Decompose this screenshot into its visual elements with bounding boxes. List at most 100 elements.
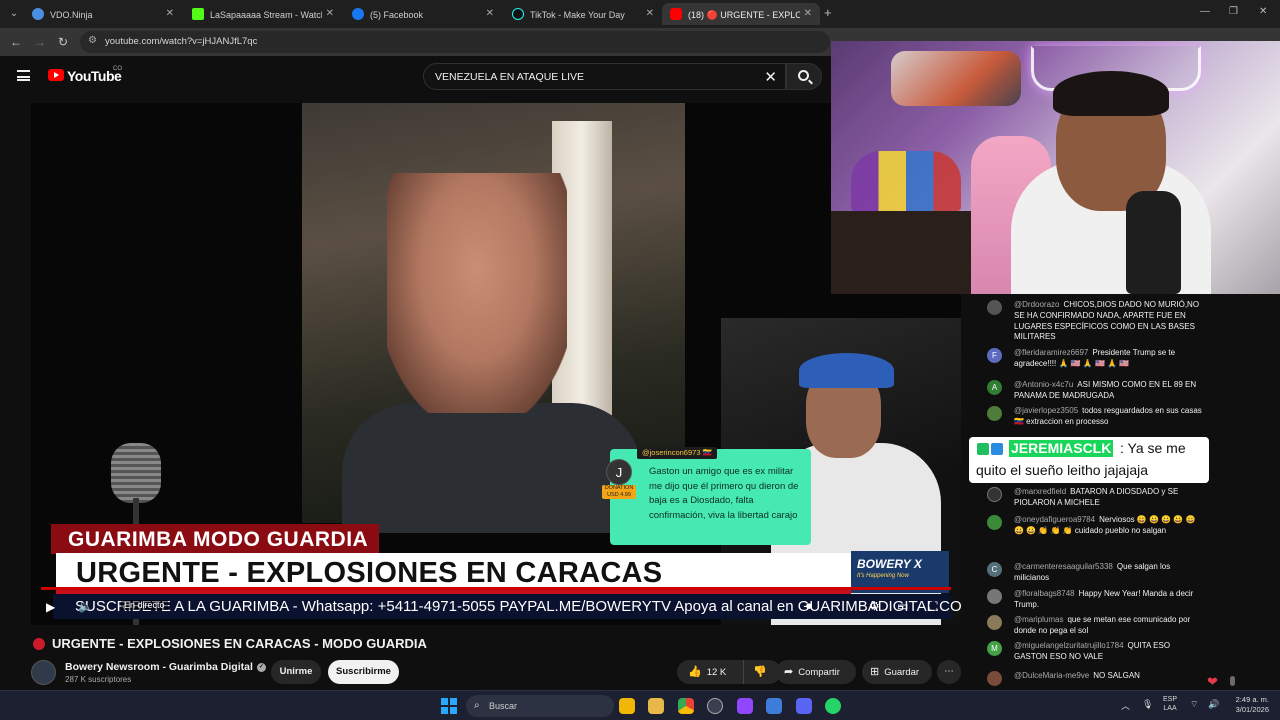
ticker-text: SUSCRIBETE A LA GUARIMBA - Whatsapp: +54… bbox=[75, 598, 961, 615]
progress-bar[interactable] bbox=[41, 587, 951, 590]
url-field[interactable]: ⚙ youtube.com/watch?v=jHJANJfL7qc bbox=[80, 31, 830, 53]
facebook-favicon-icon bbox=[352, 7, 364, 20]
forward-icon[interactable]: → bbox=[34, 35, 46, 49]
badge-subtitle: It's Happening Now bbox=[857, 573, 909, 579]
close-icon[interactable]: ✕ bbox=[326, 3, 334, 25]
chat-author[interactable]: @Antonio-x4c7u bbox=[1014, 380, 1073, 389]
join-button[interactable]: Unirme bbox=[271, 660, 321, 684]
chat-message-body: @Antonio-x4c7u ASI MISMO COMO EN EL 89 EN… bbox=[1014, 380, 1205, 402]
guest-face bbox=[387, 173, 567, 413]
play-icon[interactable]: ▶ bbox=[46, 600, 55, 614]
menu-icon[interactable] bbox=[17, 70, 30, 81]
microphone-tray-icon[interactable]: 🎙 bbox=[1142, 699, 1153, 710]
search-query-text: VENEZUELA EN ATAQUE LIVE bbox=[435, 71, 584, 83]
chat-message: @javierlopez3505 todos resguardados en su… bbox=[987, 406, 1205, 428]
site-info-icon[interactable]: ⚙ bbox=[88, 35, 97, 46]
show-hidden-icons-icon[interactable]: ︿ bbox=[1121, 699, 1130, 712]
channel-name[interactable]: Bowery Newsroom - Guarimba Digital ✓ bbox=[65, 661, 266, 673]
tab-youtube-active[interactable]: (18) 🔴 URGENTE - EXPLOS ✕ bbox=[662, 3, 820, 25]
dislike-button[interactable]: 👎 bbox=[753, 660, 772, 685]
twitch-icon[interactable] bbox=[737, 698, 753, 714]
volume-icon[interactable]: 🔈 bbox=[78, 599, 93, 613]
store-icon[interactable] bbox=[619, 698, 635, 714]
restore-icon[interactable]: ❐ bbox=[1229, 6, 1238, 17]
channel-name-text[interactable]: Bowery Newsroom - Guarimba Digital bbox=[65, 661, 253, 673]
youtube-logo-icon[interactable] bbox=[48, 69, 64, 81]
subscribe-button[interactable]: Suscribirme bbox=[328, 660, 399, 684]
tab-vdo-ninja[interactable]: VDO.Ninja ✕ bbox=[24, 3, 182, 25]
tab-facebook[interactable]: (5) Facebook ✕ bbox=[344, 3, 502, 25]
reload-icon[interactable]: ↻ bbox=[58, 35, 68, 49]
live-chat-panel[interactable]: @Drdoorazo CHICOS,DIOS DADO NO MURIÓ,NO S… bbox=[977, 294, 1235, 690]
donation-message: Gaston un amigo que es ex militar me dij… bbox=[649, 466, 799, 521]
close-window-icon[interactable]: ✕ bbox=[1259, 6, 1267, 17]
tab-tiktok[interactable]: TikTok - Make Your Day ✕ bbox=[504, 3, 662, 25]
toy-blasters bbox=[891, 51, 1021, 106]
video-player[interactable]: @joserincon6973 🇻🇪 J DONATION USD 4.99 G… bbox=[31, 103, 961, 625]
close-icon[interactable]: ✕ bbox=[646, 3, 654, 25]
vdo-ninja-favicon-icon bbox=[32, 7, 44, 20]
chat-author[interactable]: @marxredfield bbox=[1014, 487, 1066, 496]
chat-author[interactable]: @DulceMaria-me9ve bbox=[1014, 671, 1089, 680]
chat-message: A @Antonio-x4c7u ASI MISMO COMO EN EL 89 … bbox=[987, 380, 1205, 402]
streamer-webcam bbox=[831, 41, 1280, 294]
tab-lasapaaaaa[interactable]: LaSapaaaaa Stream - Watch Liv ✕ bbox=[184, 3, 342, 25]
close-icon[interactable]: ✕ bbox=[804, 3, 812, 25]
file-explorer-icon[interactable] bbox=[648, 698, 664, 714]
live-label[interactable]: En directo bbox=[121, 600, 168, 610]
search-icon bbox=[798, 70, 809, 81]
discord-icon[interactable] bbox=[796, 698, 812, 714]
chat-author[interactable]: @carmenteresaaguilar5338 bbox=[1014, 562, 1113, 571]
heart-reaction-icon[interactable]: ❤ bbox=[1207, 674, 1218, 690]
chrome-icon[interactable] bbox=[678, 698, 694, 714]
taskbar-search[interactable]: ⌕ Buscar bbox=[466, 695, 614, 717]
like-button[interactable]: 👍 12 K bbox=[688, 660, 726, 685]
system-clock[interactable]: 2:49 a. m. 3/01/2026 bbox=[1229, 695, 1269, 715]
chat-author[interactable]: @javierlopez3505 bbox=[1014, 406, 1078, 415]
miniplayer-icon[interactable]: ▭ bbox=[897, 599, 908, 613]
channel-avatar[interactable] bbox=[31, 660, 56, 685]
windows-start-icon[interactable] bbox=[441, 698, 457, 714]
more-icon: ⋯ bbox=[944, 666, 954, 677]
chat-avatar bbox=[987, 487, 1002, 502]
chat-author[interactable]: @oneydafigueroa9784 bbox=[1014, 515, 1095, 524]
chat-author[interactable]: @mariplumas bbox=[1014, 615, 1063, 624]
new-tab-icon[interactable]: + bbox=[824, 5, 832, 20]
clear-search-icon[interactable]: ✕ bbox=[764, 68, 777, 86]
whatsapp-icon[interactable] bbox=[825, 698, 841, 714]
chat-author[interactable]: @fleridaramirez6697 bbox=[1014, 348, 1088, 357]
volume-tray-icon[interactable]: 🔊 bbox=[1208, 699, 1219, 710]
obs-icon[interactable] bbox=[707, 698, 723, 714]
share-button[interactable]: ➦ Compartir bbox=[776, 660, 856, 684]
chat-message: @marxredfield BATARON A DIOSDADO y SE PIO… bbox=[987, 487, 1205, 509]
chat-avatar bbox=[987, 300, 1002, 315]
language-indicator[interactable]: ESP LAA bbox=[1163, 695, 1177, 713]
settings-icon[interactable]: ⚙ bbox=[869, 599, 880, 613]
badge-title: BOWERY X bbox=[857, 557, 922, 571]
chat-author[interactable]: @floralbags8748 bbox=[1014, 589, 1075, 598]
fullscreen-icon[interactable]: ⛶ bbox=[929, 599, 937, 614]
tab-search-icon[interactable]: ⌄ bbox=[6, 6, 22, 22]
url-text: youtube.com/watch?v=jHJANJfL7qc bbox=[105, 36, 258, 47]
guest-shirt bbox=[342, 403, 642, 533]
more-actions-button[interactable]: ⋯ bbox=[937, 660, 961, 684]
search-input[interactable]: VENEZUELA EN ATAQUE LIVE ✕ bbox=[423, 63, 786, 90]
search-button[interactable] bbox=[786, 63, 822, 90]
chat-author[interactable]: @miguelangelzuritatrujillo1784 bbox=[1014, 641, 1124, 650]
back-icon[interactable]: ← bbox=[10, 35, 22, 49]
chat-author[interactable]: @Drdoorazo bbox=[1014, 300, 1059, 309]
close-icon[interactable]: ✕ bbox=[166, 3, 174, 25]
network-icon[interactable]: ⌔ bbox=[1190, 699, 1198, 710]
notes-icon[interactable] bbox=[766, 698, 782, 714]
tab-title: (18) 🔴 URGENTE - EXPLOS bbox=[688, 9, 800, 20]
chat-scrollbar[interactable] bbox=[1230, 294, 1236, 690]
autoplay-toggle[interactable]: ⏺ bbox=[806, 599, 812, 614]
verified-icon: ✓ bbox=[256, 662, 266, 672]
chat-avatar: A bbox=[987, 380, 1002, 395]
minimize-icon[interactable]: — bbox=[1200, 6, 1210, 17]
close-icon[interactable]: ✕ bbox=[486, 3, 494, 25]
like-count: 12 K bbox=[706, 667, 727, 678]
chat-message-body: @miguelangelzuritatrujillo1784 QUITA ESO … bbox=[1014, 641, 1205, 663]
chat-scroll-thumb[interactable] bbox=[1230, 676, 1235, 686]
save-button[interactable]: ⊞ Guardar bbox=[862, 660, 932, 684]
